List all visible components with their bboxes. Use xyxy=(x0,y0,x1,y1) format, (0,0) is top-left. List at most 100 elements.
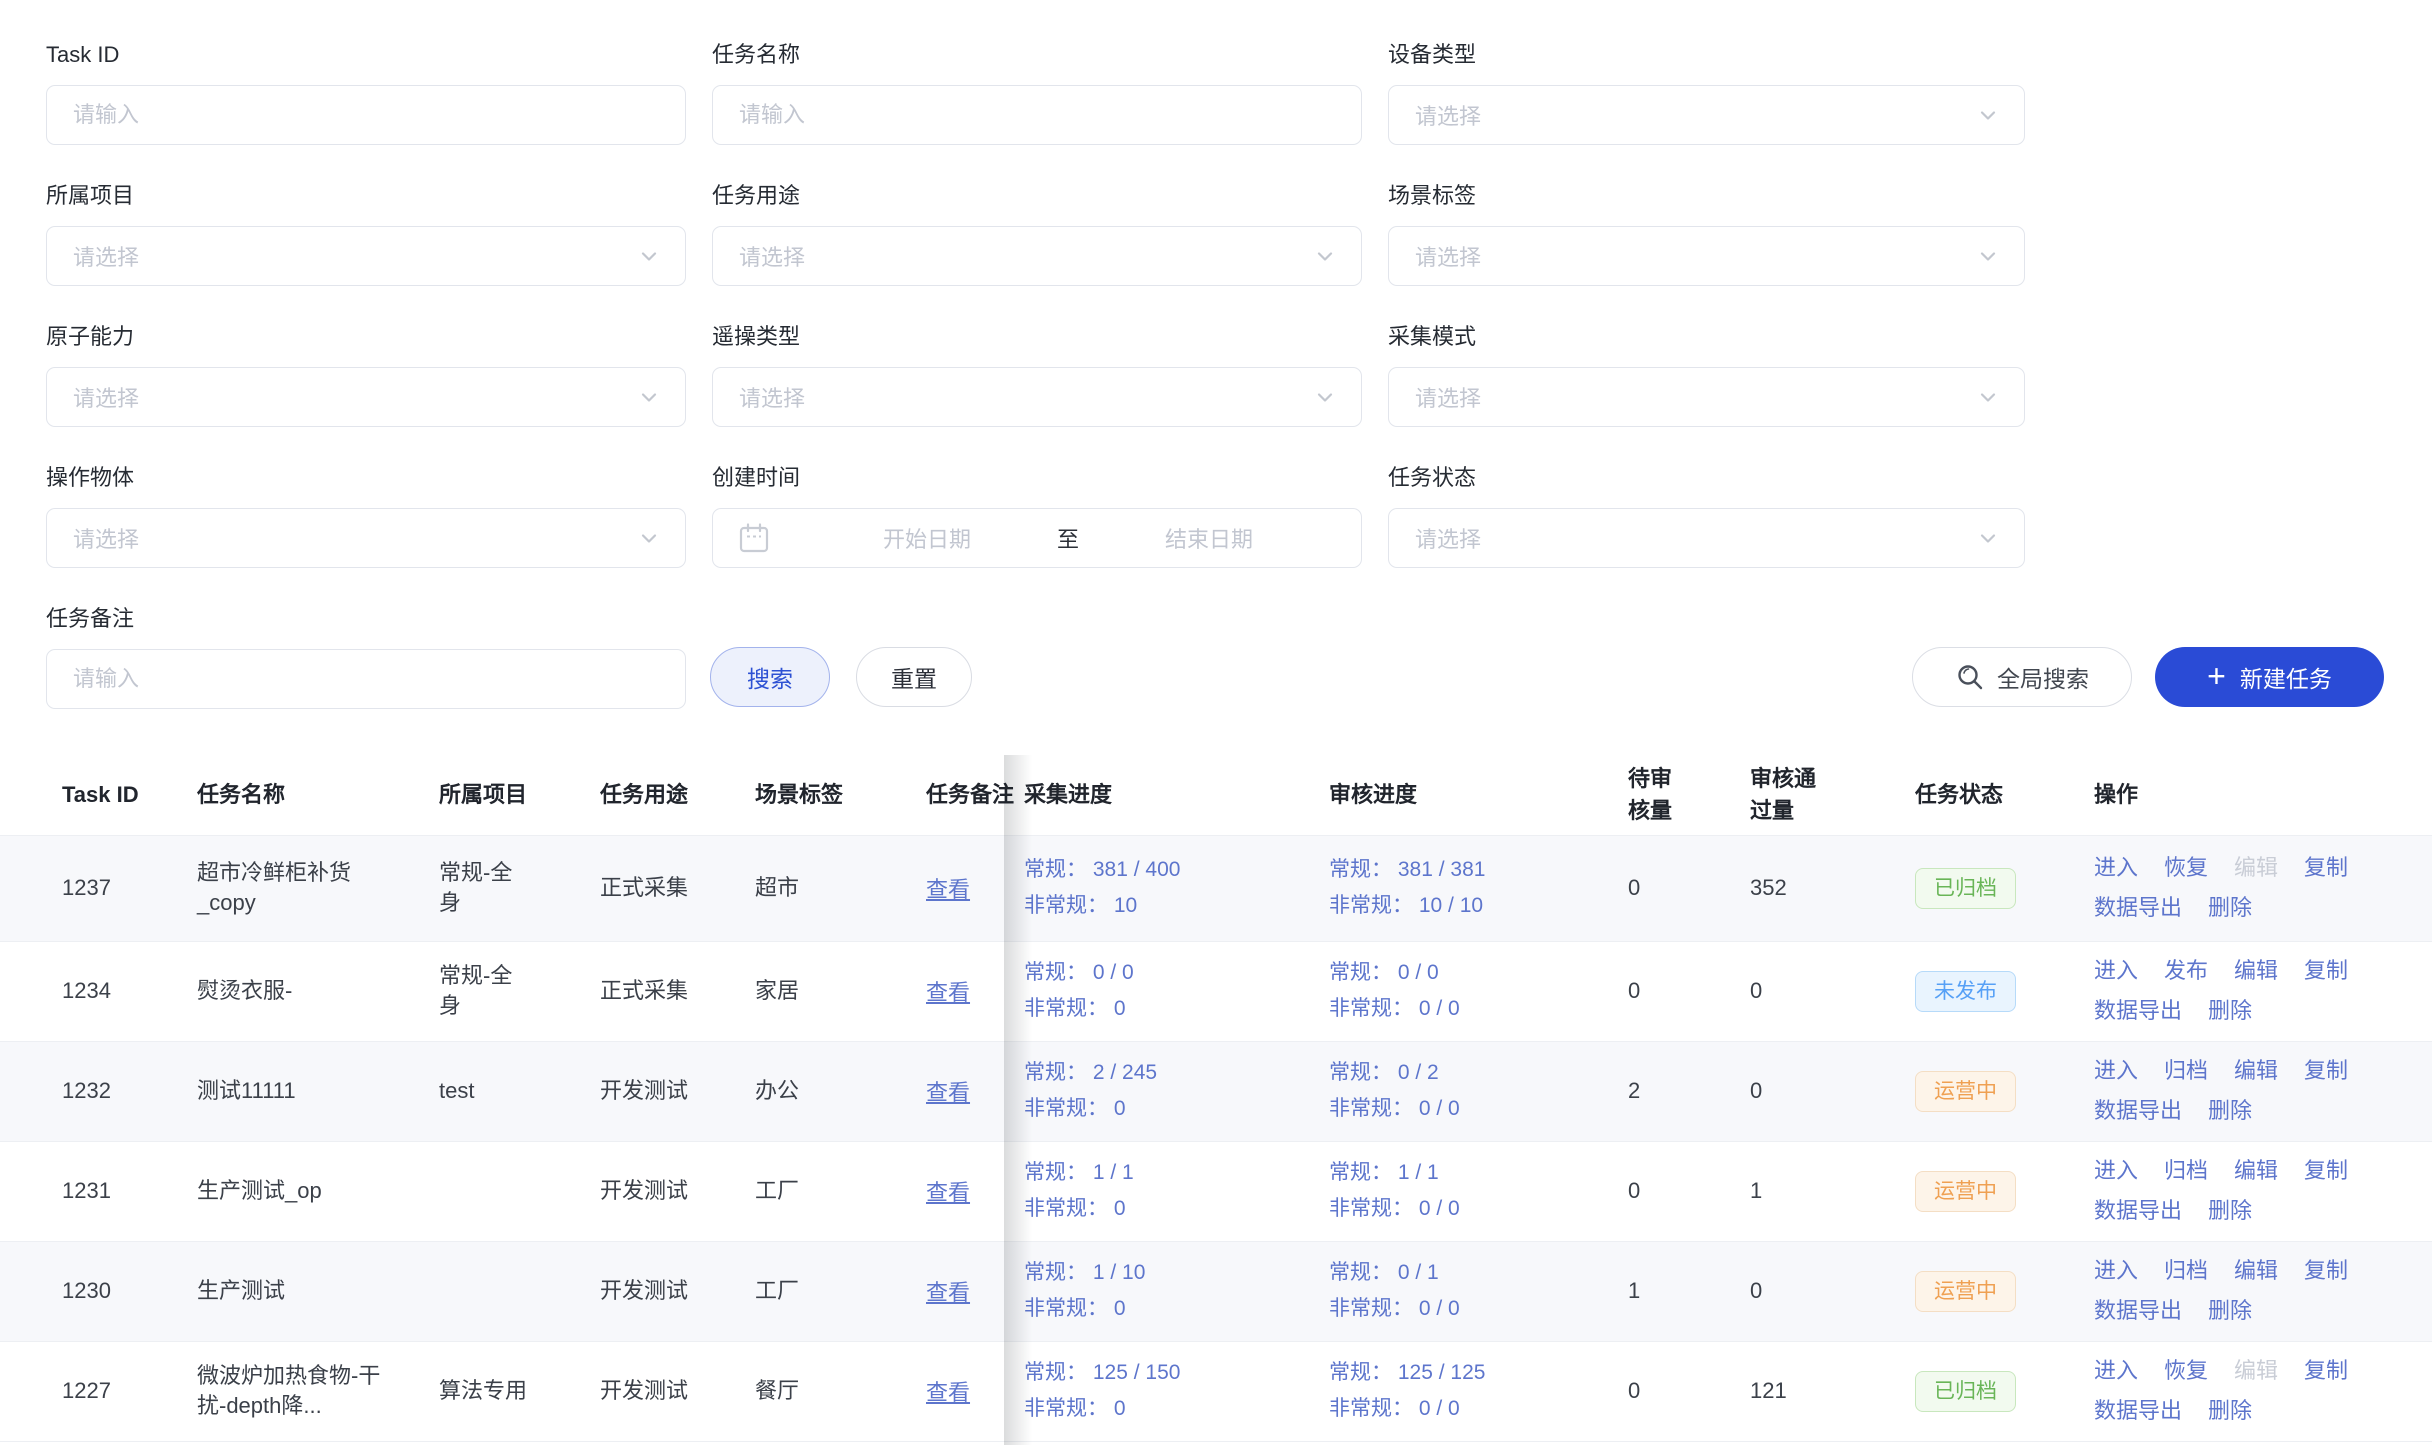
action-link[interactable]: 复制 xyxy=(2304,1255,2348,1287)
column-header-task_id: Task ID xyxy=(0,755,197,835)
view-remark-link[interactable]: 查看 xyxy=(926,877,970,902)
action-link[interactable]: 进入 xyxy=(2094,1255,2138,1287)
action-link[interactable]: 删除 xyxy=(2208,1195,2252,1227)
actions-cell: 进入恢复编辑复制数据导出删除 xyxy=(2094,835,2432,941)
create-task-button[interactable]: + 新建任务 xyxy=(2155,647,2384,707)
action-link[interactable]: 数据导出 xyxy=(2094,995,2182,1027)
chevron-down-icon xyxy=(1311,383,1339,411)
status-badge: 已归档 xyxy=(1915,868,2016,909)
action-link[interactable]: 数据导出 xyxy=(2094,892,2182,924)
action-link[interactable]: 数据导出 xyxy=(2094,1395,2182,1427)
create-time-range-picker[interactable]: 开始日期至结束日期 xyxy=(712,508,1362,568)
scene_tag-select[interactable]: 请选择 xyxy=(1388,226,2025,286)
filter-field-task_id: Task ID xyxy=(46,42,686,183)
action-link[interactable]: 编辑 xyxy=(2234,1155,2278,1187)
view-remark-link[interactable]: 查看 xyxy=(926,1180,970,1205)
action-link: 编辑 xyxy=(2234,852,2278,884)
filter-form: Task ID任务名称设备类型请选择所属项目请选择任务用途请选择场景标签请选择原… xyxy=(46,42,2046,747)
action-link[interactable]: 编辑 xyxy=(2234,1055,2278,1087)
action-link[interactable]: 进入 xyxy=(2094,1055,2138,1087)
scene-cell: 餐厅 xyxy=(755,1341,926,1441)
global-search-button[interactable]: 全局搜索 xyxy=(1912,647,2132,707)
filter-label: 任务名称 xyxy=(712,42,1362,68)
action-link[interactable]: 编辑 xyxy=(2234,955,2278,987)
select-placeholder: 请选择 xyxy=(73,522,139,554)
action-link[interactable]: 数据导出 xyxy=(2094,1295,2182,1327)
task_purpose-select[interactable]: 请选择 xyxy=(712,226,1362,286)
device_type-select[interactable]: 请选择 xyxy=(1388,85,2025,145)
action-link[interactable]: 进入 xyxy=(2094,1155,2138,1187)
action-link[interactable]: 恢复 xyxy=(2164,852,2208,884)
progress-value: 0 / 0 xyxy=(1093,961,1134,984)
action-link[interactable]: 归档 xyxy=(2164,1055,2208,1087)
progress-value: 0 / 0 xyxy=(1419,1297,1460,1320)
action-link[interactable]: 复制 xyxy=(2304,852,2348,884)
action-link[interactable]: 编辑 xyxy=(2234,1255,2278,1287)
passed-count-cell: 0 xyxy=(1750,1041,1915,1141)
collect_mode-select[interactable]: 请选择 xyxy=(1388,367,2025,427)
project-select[interactable]: 请选择 xyxy=(46,226,686,286)
atomic_ability-select[interactable]: 请选择 xyxy=(46,367,686,427)
operate_object-select[interactable]: 请选择 xyxy=(46,508,686,568)
status-cell: 运营中 xyxy=(1915,1141,2094,1241)
action-link[interactable]: 复制 xyxy=(2304,1355,2348,1387)
task_name-input[interactable] xyxy=(712,85,1362,145)
view-remark-link[interactable]: 查看 xyxy=(926,1380,970,1405)
progress-value: 1 / 10 xyxy=(1093,1261,1146,1284)
column-header-remark: 任务备注 xyxy=(926,755,1024,835)
action-link[interactable]: 归档 xyxy=(2164,1255,2208,1287)
purpose-cell: 正式采集 xyxy=(600,835,755,941)
progress-value: 0 / 0 xyxy=(1419,1097,1460,1120)
column-header-actions: 操作 xyxy=(2094,755,2432,835)
action-link[interactable]: 删除 xyxy=(2208,892,2252,924)
global-search-label: 全局搜索 xyxy=(1997,660,2089,694)
progress-label: 非常规： xyxy=(1024,894,1108,917)
remark-cell: 查看 xyxy=(926,1241,1024,1341)
filter-field-operate_object: 操作物体请选择 xyxy=(46,465,686,606)
task-id-cell: 1230 xyxy=(0,1241,197,1341)
pending-count-cell: 0 xyxy=(1628,941,1750,1041)
column-header-passed: 审核通过量 xyxy=(1750,755,1915,835)
filter-label: 任务状态 xyxy=(1388,465,2025,491)
progress-value: 0 / 0 xyxy=(1419,997,1460,1020)
action-link[interactable]: 删除 xyxy=(2208,1095,2252,1127)
action-link[interactable]: 进入 xyxy=(2094,1355,2138,1387)
scene-cell: 办公 xyxy=(755,1041,926,1141)
collect-progress-cell: 常规： 0 / 0非常规： 0 xyxy=(1024,941,1329,1041)
action-link[interactable]: 删除 xyxy=(2208,1295,2252,1327)
column-header-pending: 待审核量 xyxy=(1628,755,1750,835)
task-name-cell: 超市冷鲜柜补货_copy xyxy=(197,835,439,941)
action-link[interactable]: 复制 xyxy=(2304,955,2348,987)
progress-label: 常规： xyxy=(1024,858,1087,881)
reset-button[interactable]: 重置 xyxy=(856,647,972,707)
progress-label: 常规： xyxy=(1024,961,1087,984)
action-link[interactable]: 复制 xyxy=(2304,1155,2348,1187)
table-row: 1231生产测试_op开发测试工厂查看常规： 1 / 1非常规： 0常规： 1 … xyxy=(0,1141,2432,1241)
project-cell xyxy=(439,1241,600,1341)
action-link[interactable]: 发布 xyxy=(2164,955,2208,987)
action-link[interactable]: 进入 xyxy=(2094,955,2138,987)
select-placeholder: 请选择 xyxy=(1415,99,1481,131)
task-name-cell: 熨烫衣服- xyxy=(197,941,439,1041)
action-link[interactable]: 恢复 xyxy=(2164,1355,2208,1387)
action-link[interactable]: 复制 xyxy=(2304,1055,2348,1087)
view-remark-link[interactable]: 查看 xyxy=(926,1280,970,1305)
action-link[interactable]: 删除 xyxy=(2208,1395,2252,1427)
progress-value: 0 xyxy=(1114,1397,1126,1420)
task_status-select[interactable]: 请选择 xyxy=(1388,508,2025,568)
view-remark-link[interactable]: 查看 xyxy=(926,980,970,1005)
progress-label: 非常规： xyxy=(1329,1297,1413,1320)
select-placeholder: 请选择 xyxy=(73,240,139,272)
task_remark-input[interactable] xyxy=(46,649,686,709)
project-cell: 常规-全身 xyxy=(439,941,600,1041)
action-link[interactable]: 归档 xyxy=(2164,1155,2208,1187)
action-link[interactable]: 数据导出 xyxy=(2094,1195,2182,1227)
search-button[interactable]: 搜索 xyxy=(710,647,830,707)
action-link[interactable]: 数据导出 xyxy=(2094,1095,2182,1127)
action-link[interactable]: 进入 xyxy=(2094,852,2138,884)
task_id-input[interactable] xyxy=(46,85,686,145)
progress-value: 0 / 0 xyxy=(1419,1397,1460,1420)
teleop_type-select[interactable]: 请选择 xyxy=(712,367,1362,427)
view-remark-link[interactable]: 查看 xyxy=(926,1080,970,1105)
action-link[interactable]: 删除 xyxy=(2208,995,2252,1027)
